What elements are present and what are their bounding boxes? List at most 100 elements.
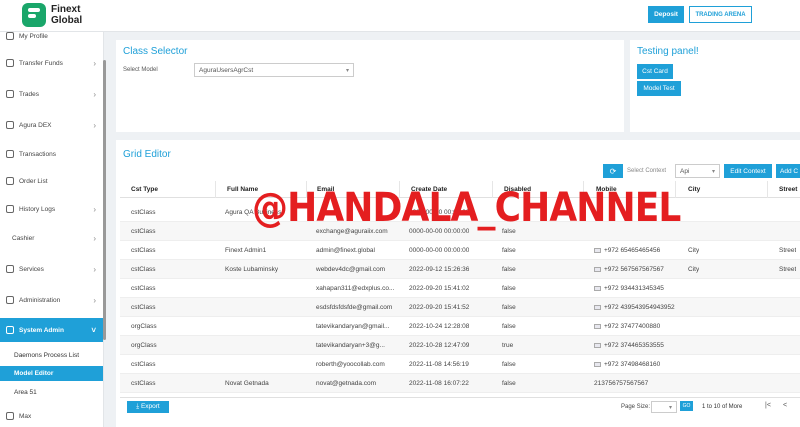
exchange-icon bbox=[6, 121, 14, 129]
cell-cst-type: cstClass bbox=[131, 228, 156, 235]
chevron-down-icon: ▾ bbox=[345, 67, 349, 74]
refresh-button[interactable]: ⟳ bbox=[603, 164, 623, 178]
cell-cst-type: cstClass bbox=[131, 380, 156, 387]
sidebar-subitem-area-51[interactable]: Area 51 bbox=[0, 385, 103, 400]
cell-create-date: 2022-10-24 12:28:08 bbox=[409, 323, 470, 330]
cst-card-button[interactable]: Cst Card bbox=[637, 64, 673, 79]
table-row[interactable]: cstClass Finext Admin1 admin@finext.global… bbox=[120, 241, 800, 260]
first-page-icon[interactable]: |< bbox=[765, 402, 771, 409]
table-row[interactable]: orgClass tatevikandaryan+3@g... 2022-10-28… bbox=[120, 336, 800, 355]
cell-mobile: +972 374465353555 bbox=[594, 336, 664, 355]
sidebar-item-order-list[interactable]: Order List bbox=[0, 173, 103, 189]
testing-panel: Testing panel! Cst Card Model Test bbox=[630, 40, 800, 132]
cell-cst-type: cstClass bbox=[131, 361, 156, 368]
table-row[interactable]: cstClass Koste Lubaminsky webdev4dc@gmail.… bbox=[120, 260, 800, 279]
sidebar-item-transfer-funds[interactable]: Transfer Funds › bbox=[0, 55, 103, 71]
column-header-cst-type[interactable]: Cst Type bbox=[120, 181, 216, 198]
sidebar-item-agura-dex[interactable]: Agura DEX › bbox=[0, 117, 103, 133]
sidebar-item-max[interactable]: Max bbox=[0, 408, 103, 424]
sidebar-subitem-model-editor[interactable]: Model Editor bbox=[0, 366, 103, 381]
sidebar-item-system-admin[interactable]: System Admin ˅ bbox=[0, 318, 103, 342]
select-context-label: Select Context bbox=[627, 168, 667, 174]
chevron-right-icon: › bbox=[93, 233, 96, 243]
pagination-status: 1 to 10 of More bbox=[702, 404, 743, 410]
flag-icon bbox=[594, 343, 601, 348]
cell-email: tatevikandaryan@gmail... bbox=[316, 323, 390, 330]
cell-disabled: false bbox=[502, 380, 516, 387]
cell-cst-type: orgClass bbox=[131, 342, 157, 349]
cell-disabled: false bbox=[502, 323, 516, 330]
deposit-button[interactable]: Deposit bbox=[648, 6, 684, 23]
chevron-down-icon: ▾ bbox=[711, 168, 715, 175]
flag-icon bbox=[594, 324, 601, 329]
select-model-dropdown[interactable]: AguraUsersAgrCst ▾ bbox=[194, 63, 354, 77]
transactions-icon bbox=[6, 150, 14, 158]
cell-disabled: false bbox=[502, 361, 516, 368]
chevron-right-icon: › bbox=[93, 89, 96, 99]
table-row[interactable]: cstClass Novat Getnada novat@getnada.com 20… bbox=[120, 374, 800, 393]
cell-cst-type: cstClass bbox=[131, 266, 156, 273]
transfer-icon bbox=[6, 59, 14, 67]
sidebar-scrollbar[interactable] bbox=[103, 60, 106, 340]
flag-icon bbox=[594, 267, 601, 272]
context-dropdown[interactable]: Api ▾ bbox=[675, 164, 720, 178]
sidebar-item-transactions[interactable]: Transactions bbox=[0, 146, 103, 162]
flag-icon bbox=[594, 305, 601, 310]
sidebar-item-history-logs[interactable]: History Logs › bbox=[0, 201, 103, 217]
chevron-right-icon: › bbox=[93, 204, 96, 214]
go-button[interactable]: GO bbox=[680, 401, 693, 411]
chevron-right-icon: › bbox=[93, 120, 96, 130]
cell-cst-type: cstClass bbox=[131, 285, 156, 292]
select-model-label: Select Model bbox=[123, 67, 158, 73]
flag-icon bbox=[594, 362, 601, 367]
cell-email: webdev4dc@gmail.com bbox=[316, 266, 386, 273]
trading-arena-button[interactable]: TRADING ARENA bbox=[689, 6, 752, 23]
history-icon bbox=[6, 205, 14, 213]
table-row[interactable]: cstClass xahapan311@edxplus.co... 2022-09-… bbox=[120, 279, 800, 298]
model-test-button[interactable]: Model Test bbox=[637, 81, 681, 96]
add-context-button[interactable]: Add C bbox=[776, 164, 800, 178]
flag-icon bbox=[594, 248, 601, 253]
cell-create-date: 2022-11-08 14:56:19 bbox=[409, 361, 469, 368]
list-icon bbox=[6, 177, 14, 185]
chevron-down-icon: ˅ bbox=[91, 325, 96, 335]
sidebar-subitem-daemons[interactable]: Daemons Process List bbox=[0, 348, 103, 363]
cell-email: roberth@yoocollab.com bbox=[316, 361, 385, 368]
trades-icon bbox=[6, 90, 14, 98]
column-header-street[interactable]: Street bbox=[768, 181, 800, 198]
column-header-city[interactable]: City bbox=[676, 181, 768, 198]
table-row[interactable]: cstClass esdsfdsfdsfde@gmail.com 2022-09-2… bbox=[120, 298, 800, 317]
cell-disabled: false bbox=[502, 304, 516, 311]
sidebar-item-my-profile[interactable]: My Profile bbox=[0, 32, 103, 44]
sidebar-item-administration[interactable]: Administration › bbox=[0, 292, 103, 308]
logo-line1: Finext bbox=[51, 4, 81, 15]
finext-logo[interactable]: Finext Global bbox=[22, 3, 82, 27]
cell-create-date: 2022-11-08 16:07:22 bbox=[409, 380, 469, 387]
testing-panel-title: Testing panel! bbox=[637, 46, 699, 57]
prev-page-icon[interactable]: < bbox=[783, 402, 787, 409]
top-bar: Finext Global Deposit TRADING ARENA bbox=[0, 0, 800, 32]
sidebar-item-trades[interactable]: Trades › bbox=[0, 86, 103, 102]
cell-email: admin@finext.global bbox=[316, 247, 375, 254]
chevron-down-icon: ▾ bbox=[668, 404, 672, 411]
max-icon bbox=[6, 412, 14, 420]
sidebar-item-cashier[interactable]: Cashier › bbox=[0, 230, 103, 246]
cell-mobile: 213756757567567 bbox=[594, 380, 649, 387]
export-button[interactable]: ⤓ Export bbox=[127, 401, 169, 413]
edit-context-button[interactable]: Edit Context bbox=[724, 164, 772, 178]
cell-street: Street bbox=[779, 266, 797, 273]
cell-create-date: 2022-09-12 15:26:36 bbox=[409, 266, 470, 273]
table-row[interactable]: orgClass tatevikandaryan@gmail... 2022-10-… bbox=[120, 317, 800, 336]
cell-create-date: 2022-10-28 12:47:09 bbox=[409, 342, 470, 349]
cell-mobile: +972 37477400880 bbox=[594, 317, 660, 336]
system-icon bbox=[6, 326, 14, 334]
chevron-right-icon: › bbox=[93, 295, 96, 305]
page-size-dropdown[interactable]: ▾ bbox=[651, 401, 677, 413]
cell-street: Street bbox=[779, 247, 797, 254]
cell-cst-type: orgClass bbox=[131, 323, 157, 330]
table-row[interactable]: cstClass roberth@yoocollab.com 2022-11-08 … bbox=[120, 355, 800, 374]
cell-email: tatevikandaryan+3@g... bbox=[316, 342, 385, 349]
flag-icon bbox=[594, 286, 601, 291]
logo-line2: Global bbox=[51, 15, 83, 26]
sidebar-item-services[interactable]: Services › bbox=[0, 261, 103, 277]
